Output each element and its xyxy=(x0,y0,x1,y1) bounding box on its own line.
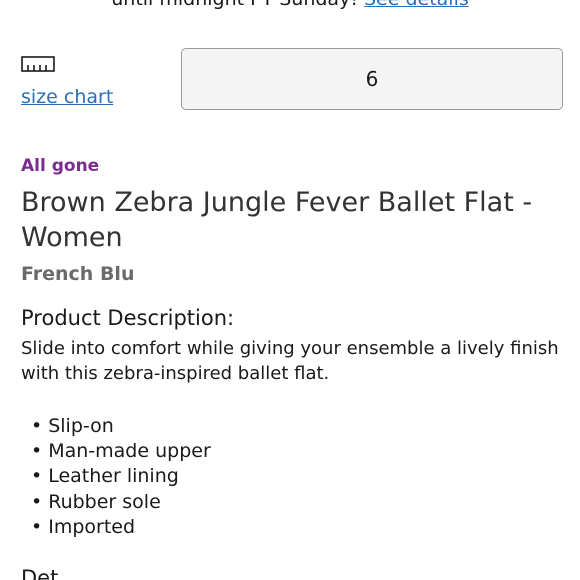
size-select-value: 6 xyxy=(365,67,379,91)
product-page: until midnight PT Sunday! See details si… xyxy=(0,0,580,580)
details-heading: Det xyxy=(21,566,59,580)
description-heading: Product Description: xyxy=(21,306,235,330)
see-details-link[interactable]: See details xyxy=(364,0,469,10)
feature-item: Leather lining xyxy=(31,464,211,489)
feature-item: Slip-on xyxy=(31,414,211,439)
stock-status: All gone xyxy=(21,156,100,176)
feature-item: Man-made upper xyxy=(31,439,211,464)
ruler-icon[interactable] xyxy=(21,56,55,72)
size-selector-row: size chart 6 xyxy=(21,48,563,112)
product-brand: French Blu xyxy=(21,263,135,285)
size-chart-link[interactable]: size chart xyxy=(21,86,113,108)
description-text: Slide into comfort while giving your ens… xyxy=(21,338,559,384)
feature-list: Slip-on Man-made upper Leather lining Ru… xyxy=(31,414,211,540)
promo-banner: until midnight PT Sunday! See details xyxy=(0,0,580,10)
product-title: Brown Zebra Jungle Fever Ballet Flat - W… xyxy=(21,187,533,253)
size-select[interactable]: 6 xyxy=(181,48,563,110)
promo-text: until midnight PT Sunday! xyxy=(111,0,358,10)
feature-item: Rubber sole xyxy=(31,490,211,515)
feature-item: Imported xyxy=(31,515,211,540)
